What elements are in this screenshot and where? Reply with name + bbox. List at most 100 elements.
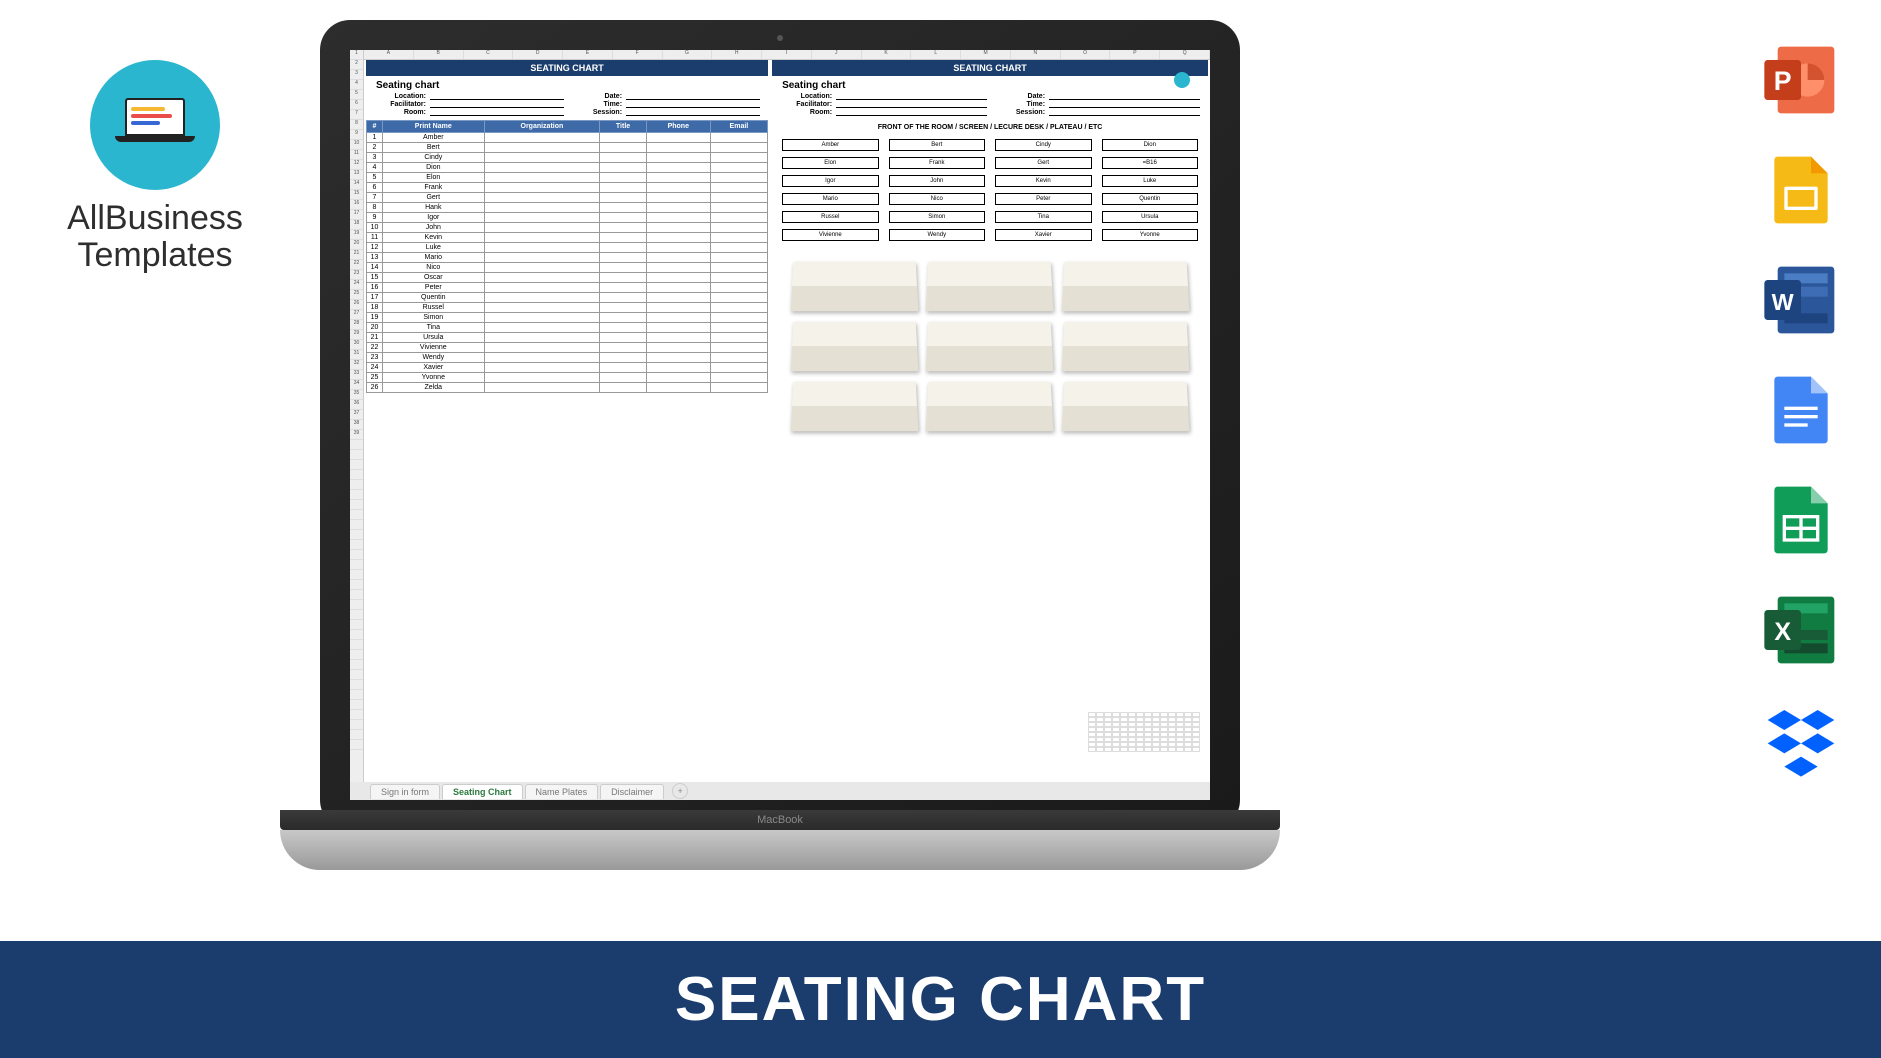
laptop-base: MacBook (280, 830, 1280, 870)
sheet-tab[interactable]: Seating Chart (442, 784, 523, 799)
sheet-tab[interactable]: Sign in form (370, 784, 440, 799)
table-row[interactable]: 26Zelda (367, 383, 768, 393)
field-room[interactable] (430, 109, 564, 116)
table-row[interactable]: 5Elon (367, 173, 768, 183)
name-plate (792, 321, 917, 371)
table-row[interactable]: 16Peter (367, 283, 768, 293)
table-row[interactable]: 23Wendy (367, 353, 768, 363)
mini-cells (1088, 712, 1200, 752)
seat-box[interactable]: Xavier (995, 229, 1091, 241)
label-room-r: Room: (782, 109, 832, 116)
field-room-r[interactable] (836, 109, 987, 116)
name-plate (927, 261, 1052, 311)
table-row[interactable]: 20Tina (367, 323, 768, 333)
front-of-room-label: FRONT OF THE ROOM / SCREEN / LECURE DESK… (772, 124, 1208, 131)
field-session-r[interactable] (1049, 109, 1200, 116)
field-date-r[interactable] (1049, 93, 1200, 100)
left-panel: SEATING CHART Seating chart Location:Dat… (364, 60, 770, 782)
table-row[interactable]: 7Gert (367, 193, 768, 203)
brand-name: AllBusiness Templates (50, 200, 260, 275)
label-location-r: Location: (782, 93, 832, 100)
seat-box[interactable]: Nico (889, 193, 985, 205)
label-session: Session: (572, 109, 622, 116)
google-slides-icon (1761, 150, 1841, 230)
table-row[interactable]: 1Amber (367, 133, 768, 143)
table-row[interactable]: 8Hank (367, 203, 768, 213)
label-date-r: Date: (995, 93, 1045, 100)
table-row[interactable]: 21Ursula (367, 333, 768, 343)
name-plate (1063, 261, 1188, 311)
table-row[interactable]: 18Russel (367, 303, 768, 313)
table-row[interactable]: 2Bert (367, 143, 768, 153)
seat-box[interactable]: Ursula (1102, 211, 1198, 223)
table-row[interactable]: 15Oscar (367, 273, 768, 283)
seat-box[interactable]: Amber (782, 139, 878, 151)
seat-box[interactable]: Mario (782, 193, 878, 205)
field-time[interactable] (626, 101, 760, 108)
table-row[interactable]: 4Dion (367, 163, 768, 173)
label-time-r: Time: (995, 101, 1045, 108)
table-row[interactable]: 24Xavier (367, 363, 768, 373)
seat-box[interactable]: Simon (889, 211, 985, 223)
table-row[interactable]: 22Vivienne (367, 343, 768, 353)
page-banner: SEATING CHART (0, 938, 1881, 1058)
table-row[interactable]: 11Kevin (367, 233, 768, 243)
seat-box[interactable]: Cindy (995, 139, 1091, 151)
label-date: Date: (572, 93, 622, 100)
attendee-table[interactable]: #Print NameOrganizationTitlePhoneEmail1A… (366, 120, 768, 393)
table-row[interactable]: 13Mario (367, 253, 768, 263)
seat-box[interactable]: John (889, 175, 985, 187)
title-bar-left: SEATING CHART (366, 60, 768, 76)
table-row[interactable]: 3Cindy (367, 153, 768, 163)
field-location-r[interactable] (836, 93, 987, 100)
seat-box[interactable]: Igor (782, 175, 878, 187)
word-icon: W (1761, 260, 1841, 340)
table-row[interactable]: 9Igor (367, 213, 768, 223)
seat-box[interactable]: Vivienne (782, 229, 878, 241)
seat-box[interactable]: Tina (995, 211, 1091, 223)
sheet-tab[interactable]: Name Plates (525, 784, 599, 799)
seat-box[interactable]: Bert (889, 139, 985, 151)
sheet-tab[interactable]: Disclaimer (600, 784, 664, 799)
sheet-tabs: Sign in formSeating ChartName PlatesDisc… (350, 782, 1210, 800)
row-headers: 1234567891011121314151617181920212223242… (350, 50, 364, 782)
field-location[interactable] (430, 93, 564, 100)
table-row[interactable]: 19Simon (367, 313, 768, 323)
sub-header-left: Seating chart (376, 80, 768, 91)
seat-box[interactable]: Quentin (1102, 193, 1198, 205)
seat-box[interactable]: Peter (995, 193, 1091, 205)
seat-box[interactable]: Elon (782, 157, 878, 169)
excel-icon: X (1761, 590, 1841, 670)
table-row[interactable]: 14Nico (367, 263, 768, 273)
table-row[interactable]: 17Quentin (367, 293, 768, 303)
label-session-r: Session: (995, 109, 1045, 116)
table-row[interactable]: 25Yvonne (367, 373, 768, 383)
laptop-mockup: 1234567891011121314151617181920212223242… (280, 20, 1280, 900)
seat-box[interactable]: Russel (782, 211, 878, 223)
table-row[interactable]: 12Luke (367, 243, 768, 253)
table-row[interactable]: 6Frank (367, 183, 768, 193)
svg-text:P: P (1774, 66, 1792, 96)
seat-box[interactable]: Kevin (995, 175, 1091, 187)
add-sheet-button[interactable]: + (672, 783, 688, 799)
seat-box[interactable]: Wendy (889, 229, 985, 241)
field-time-r[interactable] (1049, 101, 1200, 108)
seat-box[interactable]: Frank (889, 157, 985, 169)
field-session[interactable] (626, 109, 760, 116)
powerpoint-icon: P (1761, 40, 1841, 120)
svg-text:W: W (1772, 289, 1794, 315)
seat-box[interactable]: Dion (1102, 139, 1198, 151)
table-row[interactable]: 10John (367, 223, 768, 233)
field-facilitator-r[interactable] (836, 101, 987, 108)
field-facilitator[interactable] (430, 101, 564, 108)
sub-header-right: Seating chart (782, 80, 1208, 91)
name-plate (1063, 381, 1188, 431)
seat-box[interactable]: Gert (995, 157, 1091, 169)
banner-text: SEATING CHART (675, 964, 1206, 1035)
brand-block: AllBusiness Templates (50, 60, 260, 275)
seat-box[interactable]: Yvonne (1102, 229, 1198, 241)
seat-box[interactable]: =B16 (1102, 157, 1198, 169)
svg-text:X: X (1774, 618, 1791, 646)
field-date[interactable] (626, 93, 760, 100)
seat-box[interactable]: Luke (1102, 175, 1198, 187)
